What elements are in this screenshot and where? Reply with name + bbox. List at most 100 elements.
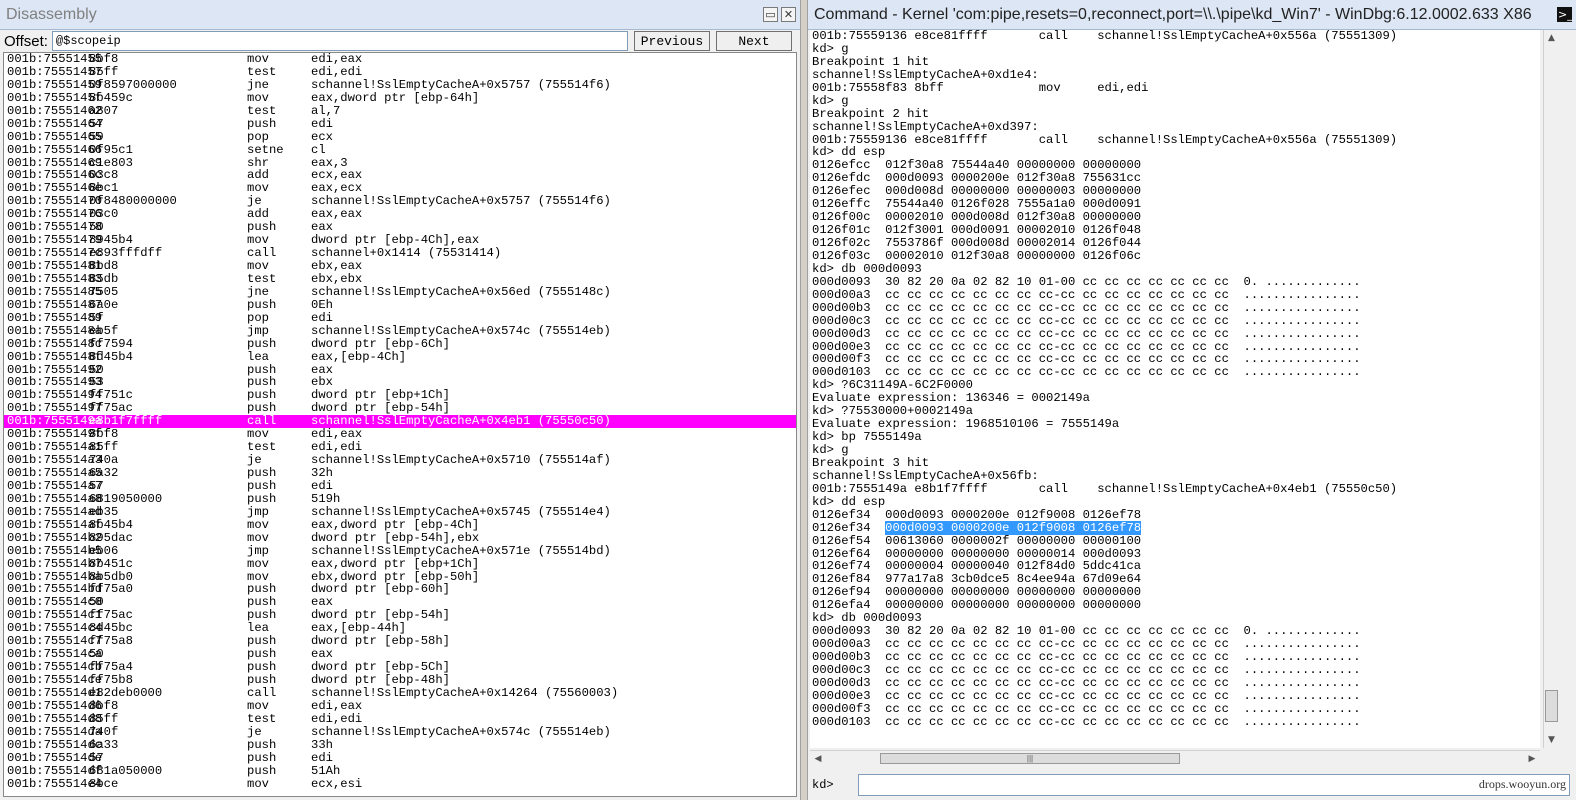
scroll-left-icon[interactable]: ◀ <box>810 751 826 767</box>
disassembly-line[interactable]: 001b:755514ce ff75b8 push dword ptr [ebp-48… <box>4 674 796 687</box>
output-line: kd> g <box>812 443 849 457</box>
disassembly-line[interactable]: 001b:75551489 5f pop edi <box>4 310 796 325</box>
close-icon[interactable]: ✕ <box>781 7 796 22</box>
disassembly-line[interactable]: 001b:755514a5 6a32 push 32h <box>4 467 796 480</box>
disassembly-listing[interactable]: 001b:75551455 8bf8 mov edi,eax 001b:75551457… <box>3 52 797 797</box>
disassembly-line[interactable]: 001b:75551464 57 push edi <box>4 116 796 131</box>
disassembly-line[interactable]: 001b:755514e4 8bce mov ecx,esi <box>4 776 796 791</box>
pane-splitter[interactable] <box>800 0 808 800</box>
disassembly-line[interactable]: 001b:755514b2 895dac mov dword ptr [ebp-54h… <box>4 530 796 545</box>
disassembly-line[interactable]: 001b:75551465 59 pop ecx <box>4 130 796 144</box>
horizontal-scroll-thumb[interactable]: ||| <box>880 753 1180 764</box>
instruction-bytes: eb35 <box>89 504 119 519</box>
next-button[interactable]: Next <box>715 31 792 51</box>
command-window: Command - Kernel 'com:pipe,resets=0,reco… <box>808 0 1576 800</box>
instruction-operands: edi <box>311 750 333 765</box>
disassembly-line[interactable]: 001b:7555146c 03c8 add ecx,eax <box>4 169 796 182</box>
disassembly-line[interactable]: 001b:7555148c ff7594 push dword ptr [ebp-6C… <box>4 337 796 351</box>
disassembly-line[interactable]: 001b:75551487 6a0e push 0Eh <box>4 297 796 312</box>
disassembly-line[interactable]: 001b:75551459 0f8597000000 jne schannel!Ssl… <box>4 78 796 92</box>
disassembly-line[interactable]: 001b:755514a8 6819050000 push 519h <box>4 491 796 506</box>
disassembly-line[interactable]: 001b:755514b5 eb06 jmp schannel!SslEmptyCac… <box>4 543 796 558</box>
instruction-address: 001b:75551489 <box>7 310 103 325</box>
disassembly-line[interactable]: 001b:755514d6 8bf8 mov edi,eax <box>4 699 796 713</box>
disassembly-line[interactable]: 001b:75551492 50 push eax <box>4 363 796 377</box>
instruction-operands: 0Eh <box>311 297 333 312</box>
instruction-mnemonic: push <box>247 478 277 493</box>
disassembly-line[interactable]: 001b:7555145f 8b459c mov eax,dword ptr [ebp… <box>4 90 796 105</box>
disassembly-line[interactable]: 001b:755514af 8b45b4 mov eax,dword ptr [ebp… <box>4 518 796 532</box>
command-output[interactable]: 001b:75559136 e8ce81ffff call schannel!S… <box>810 30 1540 748</box>
instruction-operands: schannel!SslEmptyCacheA+0x56ed (7555148c… <box>311 284 611 299</box>
command-input[interactable] <box>858 774 1570 796</box>
output-line: 000d00d3 cc cc cc cc cc cc cc cc-cc cc c… <box>812 326 1361 341</box>
disassembly-line[interactable]: 001b:75551469 c1e803 shr eax,3 <box>4 156 796 170</box>
instruction-mnemonic: test <box>247 64 277 79</box>
disassembly-line[interactable]: 001b:755514a3 740a je schannel!SslEmptyCach… <box>4 454 796 467</box>
scroll-down-icon[interactable]: ▼ <box>1544 732 1559 748</box>
command-window-controls: >_ <box>1557 7 1573 22</box>
disassembly-line[interactable]: 001b:755514df 681a050000 push 51Ah <box>4 764 796 778</box>
disassembly-line[interactable]: 001b:755514ad eb35 jmp schannel!SslEmptyCac… <box>4 504 796 519</box>
disassembly-line[interactable]: 001b:75551455 8bf8 mov edi,eax <box>4 53 796 66</box>
command-prompt-bar: kd> <box>808 770 1576 800</box>
vertical-scroll-thumb[interactable] <box>1545 690 1558 722</box>
console-icon[interactable]: >_ <box>1557 7 1573 22</box>
disassembly-line[interactable]: 001b:7555148f 8d45b4 lea eax,[ebp-4Ch] <box>4 350 796 364</box>
instruction-mnemonic: jmp <box>247 323 269 338</box>
disassembly-line[interactable]: 001b:755514c7 ff75a8 push dword ptr [ebp-58… <box>4 635 796 648</box>
disassembly-line[interactable]: 001b:755514a7 57 push edi <box>4 478 796 493</box>
disassembly-line[interactable]: 001b:755514dc 6a33 push 33h <box>4 738 796 752</box>
command-titlebar: Command - Kernel 'com:pipe,resets=0,reco… <box>808 0 1576 30</box>
disassembly-line[interactable]: 001b:755514b7 8b451c mov eax,dword ptr [ebp… <box>4 556 796 571</box>
output-line: Breakpoint 3 hit <box>812 455 930 470</box>
disassembly-line[interactable]: 001b:75551457 85ff test edi,edi <box>4 64 796 79</box>
vertical-scrollbar[interactable]: ▲ ▼ <box>1543 30 1559 748</box>
scroll-up-icon[interactable]: ▲ <box>1544 30 1559 46</box>
instruction-bytes: 5f <box>89 310 104 325</box>
disassembly-line[interactable]: 001b:755514bd ff75a0 push dword ptr [ebp-60… <box>4 583 796 596</box>
disassembly-line[interactable]: 001b:755514d8 85ff test edi,edi <box>4 712 796 726</box>
instruction-address: 001b:755514e4 <box>7 776 103 791</box>
disassembly-line[interactable]: 001b:75551476 03c0 add eax,eax <box>4 208 796 221</box>
disassembly-line[interactable]: 001b:75551462 a807 test al,7 <box>4 103 796 118</box>
disassembly-window: Disassembly ▭ ✕ Offset: Previous Next 00… <box>0 0 800 800</box>
instruction-operands: 519h <box>311 491 341 506</box>
instruction-address: 001b:755514b7 <box>7 556 103 571</box>
instruction-operands: schannel!SslEmptyCacheA+0x571e (755514bd… <box>311 543 611 558</box>
disassembly-line[interactable]: 001b:755514d1 e82deb0000 call schannel!SslE… <box>4 685 796 700</box>
disassembly-line[interactable]: 001b:7555149f 8bf8 mov edi,eax <box>4 428 796 441</box>
dock-icon[interactable]: ▭ <box>763 7 778 22</box>
previous-button[interactable]: Previous <box>633 31 710 51</box>
instruction-bytes: a807 <box>89 103 119 118</box>
instruction-operands: edi <box>311 478 333 493</box>
disassembly-line[interactable]: 001b:7555147c e893fffdff call schannel+0x14… <box>4 247 796 260</box>
disassembly-line[interactable]: 001b:75551466 0f95c1 setne cl <box>4 143 796 157</box>
selected-text[interactable]: 000d0093 0000200e 012f9008 0126ef78 <box>885 520 1142 535</box>
instruction-operands: dword ptr [ebp-54h],ebx <box>311 530 480 545</box>
command-prompt-label: kd> <box>812 778 834 792</box>
output-line: kd> g <box>812 93 849 108</box>
offset-input[interactable] <box>51 31 628 51</box>
disassembly-line[interactable]: 001b:755514de 57 push edi <box>4 750 796 765</box>
disassembly-line-current[interactable]: 001b:7555149a e8b1f7ffff call schannel!SslE… <box>4 415 796 429</box>
disassembly-line[interactable]: 001b:755514da 740f je schannel!SslEmptyCach… <box>4 724 796 739</box>
output-line: 001b:7555149a e8b1f7ffff call schannel!S… <box>812 481 1398 496</box>
horizontal-scrollbar[interactable]: ◀ ||| ▶ <box>810 750 1540 766</box>
output-line: 000d0093 30 82 20 0a 02 82 10 01-00 cc c… <box>812 274 1361 289</box>
disassembly-line[interactable]: 001b:75551481 8bd8 mov ebx,eax <box>4 260 796 273</box>
instruction-mnemonic: mov <box>247 90 269 105</box>
scroll-right-icon[interactable]: ▶ <box>1524 751 1540 767</box>
instruction-bytes: 6a0e <box>89 297 119 312</box>
disassembly-line[interactable]: 001b:75551470 0f8480000000 je schannel!SslE… <box>4 195 796 208</box>
output-line-prefix: 0126ef34 <box>812 520 886 535</box>
disassembly-line[interactable]: 001b:7555148a eb5f jmp schannel!SslEmptyCac… <box>4 323 796 338</box>
instruction-operands: schannel!SslEmptyCacheA+0x574c (755514eb… <box>311 724 611 739</box>
instruction-bytes: e82deb0000 <box>89 685 163 700</box>
disassembly-line[interactable]: 001b:75551483 85db test ebx,ebx <box>4 272 796 286</box>
instruction-mnemonic: pop <box>247 310 269 325</box>
output-line: kd> dd esp <box>812 494 886 509</box>
instruction-operands: edi <box>311 116 333 131</box>
disassembly-line[interactable]: 001b:75551485 7505 jne schannel!SslEmptyCac… <box>4 284 796 299</box>
instruction-bytes: 57 <box>89 750 104 765</box>
